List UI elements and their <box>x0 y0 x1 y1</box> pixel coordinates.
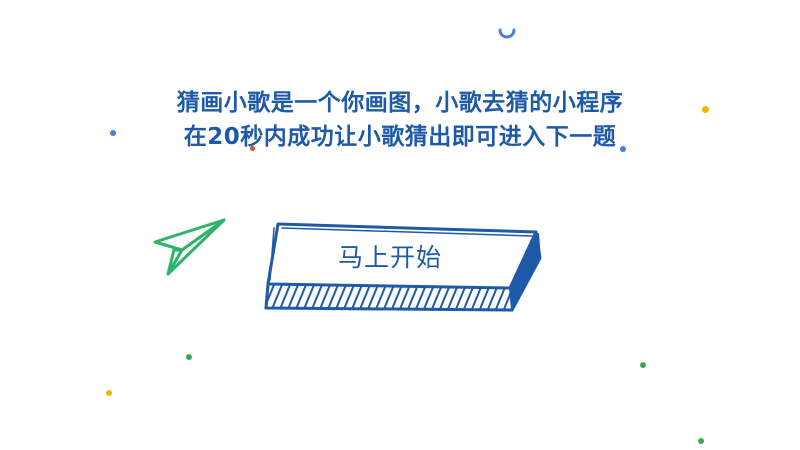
loading-spinner-icon <box>498 28 516 39</box>
decor-dot <box>106 390 112 396</box>
start-button-label: 马上开始 <box>337 243 442 272</box>
decor-dot <box>186 354 192 360</box>
intro-line-2: 在20秒内成功让小歌猜出即可进入下一题 <box>183 124 617 150</box>
intro-text: 猜画小歌是一个你画图，小歌去猜的小程序 在20秒内成功让小歌猜出即可进入下一题 <box>0 86 800 154</box>
paper-plane-icon <box>153 218 226 276</box>
decor-dot <box>640 362 646 368</box>
intro-line-1: 猜画小歌是一个你画图，小歌去猜的小程序 <box>176 90 624 116</box>
start-button[interactable]: 马上开始 <box>262 218 544 324</box>
decor-dot <box>698 438 704 444</box>
game-start-screen: 猜画小歌是一个你画图，小歌去猜的小程序 在20秒内成功让小歌猜出即可进入下一题 <box>0 0 800 450</box>
